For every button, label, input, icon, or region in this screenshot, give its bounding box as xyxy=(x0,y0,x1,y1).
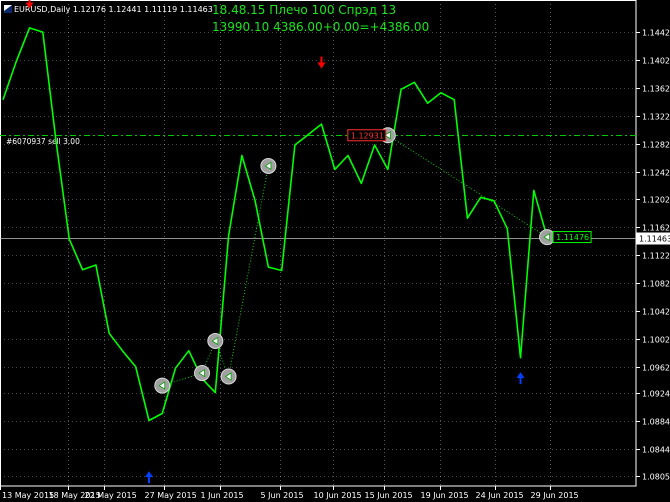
current-price-label: 1.11463 xyxy=(639,235,670,244)
y-tick-label: 1.10820 xyxy=(642,280,670,289)
y-tick-label: 1.08440 xyxy=(642,446,670,455)
close-price-tag: 1.11476 xyxy=(556,233,589,242)
y-tick-label: 1.11620 xyxy=(642,224,670,233)
x-tick-label: 24 Jun 2015 xyxy=(476,491,524,500)
trade-marker-icon[interactable] xyxy=(539,229,556,246)
sell-arrow-icon xyxy=(25,0,34,9)
y-tick-label: 1.09620 xyxy=(642,364,670,373)
y-tick-label: 1.12820 xyxy=(642,141,670,150)
y-tick-label: 1.14420 xyxy=(642,29,670,38)
buy-arrow-head xyxy=(516,372,525,379)
y-tick-label: 1.09240 xyxy=(642,390,670,399)
buy-arrow-head xyxy=(144,471,153,478)
x-tick-label: 5 Jun 2015 xyxy=(261,491,304,500)
y-tick-label: 1.14020 xyxy=(642,57,670,66)
x-tick-label: 29 Jun 2015 xyxy=(531,491,579,500)
plot-border xyxy=(0,0,637,487)
trade-marker-icon[interactable] xyxy=(154,377,171,394)
sell-arrow-icon xyxy=(317,56,326,69)
buy-arrow-icon xyxy=(144,471,153,484)
trade-marker-icon[interactable] xyxy=(207,332,224,349)
trade-marker-icon[interactable] xyxy=(260,157,277,174)
y-tick-label: 1.08050 xyxy=(642,473,670,482)
price-chart[interactable]: 1.14420 1.14020 1.13620 1.13220 1.12820 1.124… xyxy=(0,0,670,502)
y-tick-label: 1.10420 xyxy=(642,308,670,317)
y-tick-label: 1.13620 xyxy=(642,85,670,94)
y-tick-label: 1.12420 xyxy=(642,169,670,178)
buy-arrow-icon xyxy=(516,372,525,385)
x-tick-label: 19 Jun 2015 xyxy=(421,491,469,500)
x-tick-label: 13 May 2015 xyxy=(2,491,54,500)
x-tick-label: 1 Jun 2015 xyxy=(201,491,244,500)
sell-arrow-head xyxy=(25,2,34,9)
x-tick-label: 27 May 2015 xyxy=(145,491,197,500)
x-tick-label: 15 Jun 2015 xyxy=(365,491,413,500)
trade-marker-icon[interactable] xyxy=(220,368,237,385)
price-line xyxy=(2,27,548,422)
trade-connector xyxy=(387,134,548,238)
y-tick-label: 1.08840 xyxy=(642,418,670,427)
y-tick-label: 1.12020 xyxy=(642,196,670,205)
trade-marker-icon[interactable] xyxy=(194,365,211,382)
open-price-tag: 1.12931 xyxy=(351,131,384,140)
x-tick-label: 22 May 2015 xyxy=(85,491,137,500)
y-tick-label: 1.13220 xyxy=(642,113,670,122)
y-tick-label: 1.10020 xyxy=(642,336,670,345)
y-tick-label: 1.11220 xyxy=(642,252,670,261)
x-tick-label: 10 Jun 2015 xyxy=(314,491,362,500)
sell-arrow-head xyxy=(317,62,326,69)
